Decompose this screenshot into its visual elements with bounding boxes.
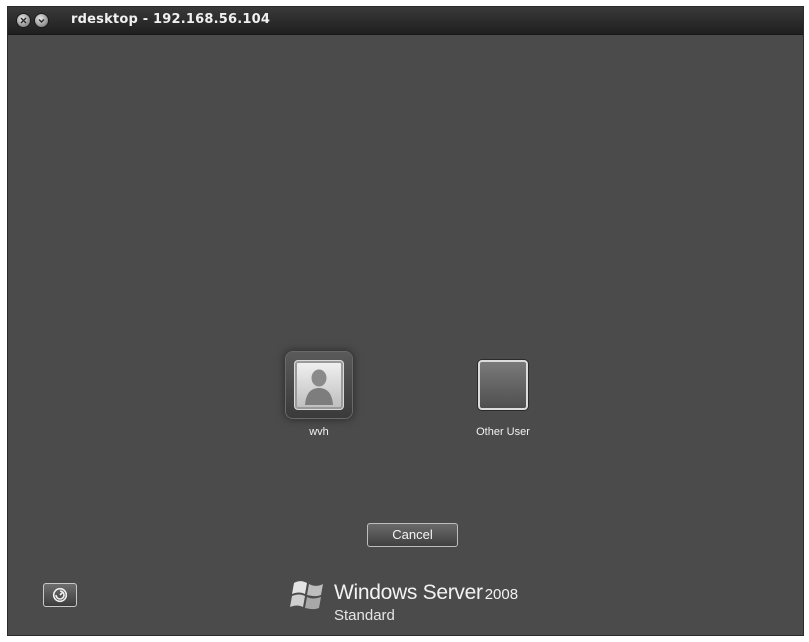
product-edition: Standard [334, 607, 395, 624]
user-tile-other-user[interactable]: Other User [468, 352, 538, 438]
ease-of-access-icon [52, 587, 68, 603]
windows-flag-logo [290, 581, 323, 610]
blank-avatar-icon[interactable] [478, 360, 528, 410]
close-icon[interactable] [17, 14, 30, 27]
user-tile-frame[interactable] [286, 352, 352, 418]
rdesktop-window: rdesktop - 192.168.56.104 wvh Other User… [7, 6, 804, 636]
user-tile-label: wvh [309, 426, 329, 438]
user-tile-wvh[interactable]: wvh [284, 352, 354, 438]
title-bar[interactable]: rdesktop - 192.168.56.104 [8, 7, 803, 35]
user-tile-label: Other User [476, 426, 530, 438]
windows-branding: Windows Server 2008 Standard [288, 573, 548, 633]
window-title: rdesktop - 192.168.56.104 [71, 12, 271, 27]
user-tile-frame[interactable] [470, 352, 536, 418]
logon-screen: wvh Other User Cancel Windows Server 200… [8, 35, 803, 635]
user-avatar-icon[interactable] [294, 360, 344, 410]
product-version: 2008 [484, 586, 519, 603]
product-name: Windows Server 2008 [334, 581, 518, 605]
product-name-text: Windows Server [334, 581, 483, 604]
ease-of-access-button[interactable] [43, 583, 77, 607]
cancel-button[interactable]: Cancel [367, 523, 458, 547]
minimize-icon[interactable] [35, 14, 48, 27]
